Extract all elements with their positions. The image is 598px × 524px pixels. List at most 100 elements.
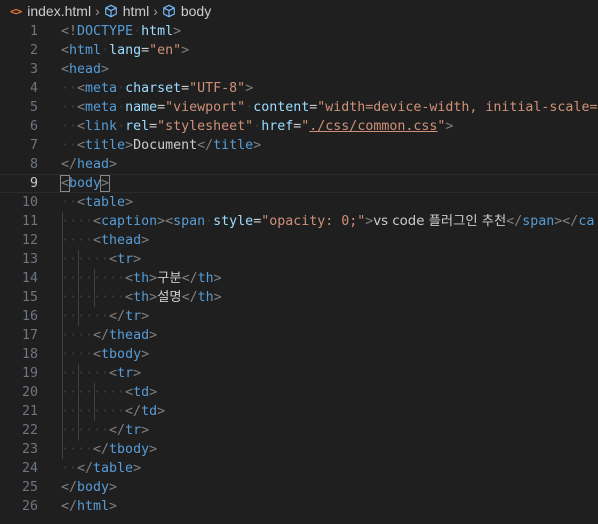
code-line[interactable]: 18 ····<tbody> [0,345,598,364]
code-token: > [125,138,134,153]
code-line[interactable]: 15········<th>설명</th> [0,288,598,307]
code-token: table [85,195,126,210]
code-token: > [141,347,150,362]
breadcrumb-item-body[interactable]: body [162,0,211,22]
code-token: </ [61,480,78,495]
code-token: html [69,43,102,58]
code-token: title [85,138,126,153]
code-line[interactable]: 16 ······</tr> [0,307,598,326]
code-line[interactable]: 17 ····</thead> [0,326,598,345]
chevron-right-icon: › [153,3,158,19]
line-number: 23 [21,442,38,457]
code-token: </ [77,461,94,476]
code-token: · [205,214,214,229]
code-token: rel [125,119,150,134]
code-token: > [253,138,262,153]
code-token: </ [181,271,198,286]
code-token: > [149,290,158,305]
code-editor[interactable]: <> index.html › html › body 1 <!DOCTYPE·h… [0,0,598,524]
code-text: ········<th>설명</th> [61,288,222,307]
line-number: 20 [21,385,38,400]
indent-whitespace: ···· [61,442,94,457]
code-token: "UTF-8" [189,81,246,96]
code-token: DOCTYPE [77,24,134,39]
code-line[interactable]: 21 ········</td> [0,402,598,421]
line-number: 14 [21,271,38,286]
code-line[interactable]: 5 ··<meta·name="viewport"·content="width=… [0,98,598,117]
indent-guide [94,288,95,307]
code-token: content [253,100,310,115]
code-token: tr [125,309,142,324]
code-token: < [125,385,134,400]
code-token: th [197,290,214,305]
code-line[interactable]: 4 ··<meta·charset="UTF-8"> [0,79,598,98]
code-token: > [173,24,182,39]
code-token: <! [61,24,78,39]
code-token: > [157,404,166,419]
indent-whitespace: ···· [61,214,94,229]
indent-whitespace: ·· [61,119,78,134]
code-line[interactable]: 7 ··<title>Document</title> [0,136,598,155]
indent-guide [62,421,63,440]
line-number: 19 [21,366,38,381]
code-line[interactable]: 14········<th>구분</th> [0,269,598,288]
code-line[interactable]: 13 ······<tr> [0,250,598,269]
code-line[interactable]: 26 </html> [0,497,598,516]
code-line[interactable]: 9 <body> [0,174,598,193]
line-number: 24 [21,461,38,476]
code-line[interactable]: 1 <!DOCTYPE·html> [0,22,598,41]
code-token: < [125,290,134,305]
code-line[interactable]: 8 </head> [0,155,598,174]
line-number: 11 [21,214,38,229]
line-number: 6 [29,119,38,134]
code-line[interactable]: 12 ····<thead> [0,231,598,250]
code-text: ········<td> [61,383,157,402]
indent-guide [78,421,79,440]
code-token: "viewport" [165,100,246,115]
html-file-icon: <> [10,4,22,18]
code-line[interactable]: 22 ······</tr> [0,421,598,440]
code-line[interactable]: 20 ········<td> [0,383,598,402]
code-line[interactable]: 3 <head> [0,60,598,79]
code-token: </ [125,404,142,419]
code-line[interactable]: 23 ····</tbody> [0,440,598,459]
line-number: 7 [29,138,38,153]
breadcrumb-file[interactable]: <> index.html [0,0,91,22]
code-line[interactable]: 24 ··</table> [0,459,598,478]
code-line[interactable]: 6 ··<link·rel="stylesheet"·href="./css/co… [0,117,598,136]
code-token: title [213,138,254,153]
code-token: body [77,480,110,495]
code-token: < [77,138,86,153]
line-number: 2 [29,43,38,58]
code-line[interactable]: 11 ····<caption><span·style="opacity: 0;"… [0,212,598,231]
code-text: </body> [61,478,117,497]
code-token: > [109,499,118,514]
code-token: ./css/common.css [309,119,438,134]
code-token: < [77,81,86,96]
code-token: > [141,309,150,324]
code-text: ··<table> [61,193,133,212]
code-token: caption [101,214,158,229]
code-token: </ [197,138,214,153]
code-token: </ [93,442,110,457]
indent-guide [62,440,63,459]
indent-guide [78,269,79,288]
breadcrumb-item-html[interactable]: html [104,0,149,22]
code-token: > [133,366,142,381]
indent-guide [62,364,63,383]
code-area[interactable]: 1 <!DOCTYPE·html> 2 <html·lang="en"> 3 <head>… [0,22,598,524]
line-number: 8 [29,157,38,172]
code-token: body [69,176,102,191]
code-text: ······</tr> [61,307,149,326]
code-text: ··<meta·name="viewport"·content="width=d… [61,98,598,117]
code-token: html [141,24,174,39]
code-line[interactable]: 2 <html·lang="en"> [0,41,598,60]
breadcrumb-item-label: html [122,3,150,19]
code-text: </html> [61,497,117,516]
code-token: meta [85,81,118,96]
code-text: <body> [59,175,111,192]
code-line[interactable]: 10 ··<table> [0,193,598,212]
code-line[interactable]: 19 ······<tr> [0,364,598,383]
code-line[interactable]: 25 </body> [0,478,598,497]
code-text: ······<tr> [61,364,141,383]
